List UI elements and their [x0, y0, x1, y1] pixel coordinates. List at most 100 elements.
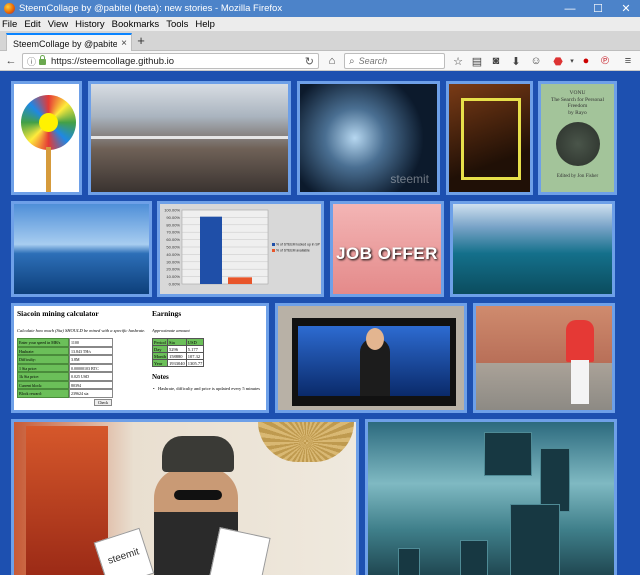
- tile-monkey-golfer[interactable]: [473, 303, 615, 413]
- url-text[interactable]: https://steemcollage.github.io: [51, 56, 305, 67]
- lastpass-icon[interactable]: ●: [578, 53, 594, 69]
- sia-field-label: Block reward:: [17, 389, 69, 398]
- earnings-subtitle: Approximate amount: [152, 328, 190, 333]
- tile-sea-sky[interactable]: [11, 201, 152, 297]
- tab-strip: SteemCollage by @pabitel (be... × +: [0, 31, 640, 52]
- menu-tools[interactable]: Tools: [166, 19, 188, 30]
- bookmark-star-icon[interactable]: ☆: [450, 53, 466, 69]
- sia-field-value: 80394: [69, 380, 113, 389]
- steem-bar-chart: 0.00% 10.00% 20.00% 30.00% 40.00% 50.00% 60.00…: [164, 208, 321, 287]
- tile-steem-chart[interactable]: 0.00% 10.00% 20.00% 30.00% 40.00% 50.00% 60.00…: [157, 201, 324, 297]
- book-title-main: VONU: [569, 90, 586, 96]
- chart-ytick-label: 70.00%: [166, 230, 180, 235]
- tab-steemcollage[interactable]: SteemCollage by @pabitel (be... ×: [6, 33, 132, 52]
- menu-bar: File Edit View History Bookmarks Tools H…: [0, 17, 640, 31]
- menu-history[interactable]: History: [75, 19, 105, 30]
- tv-studio: [298, 326, 450, 396]
- job-offer-text: JOB OFFER: [336, 244, 438, 263]
- check-button[interactable]: Check: [94, 398, 112, 406]
- url-bar[interactable]: ⓘ https://steemcollage.github.io ↻: [22, 53, 319, 69]
- pocket-icon[interactable]: ◙: [488, 53, 504, 69]
- lollipop-stick: [46, 147, 51, 192]
- chart-ytick-label: 30.00%: [166, 259, 180, 264]
- tab-label: SteemCollage by @pabitel (be...: [13, 38, 117, 49]
- window-titlebar: SteemCollage by @pabitel (beta): new sto…: [0, 0, 640, 17]
- earnings-row: Day 5296 5.177: [151, 345, 205, 353]
- steemit-sign-text: steemit: [106, 546, 141, 567]
- info-icon[interactable]: ⓘ: [27, 55, 36, 68]
- reload-icon[interactable]: ↻: [305, 55, 314, 68]
- tile-conference-crowd[interactable]: [88, 81, 291, 195]
- navigation-bar: ← ⓘ https://steemcollage.github.io ↻ ⌂ ⌕…: [0, 51, 640, 71]
- sia-field-value: 0.025 USD: [69, 372, 113, 381]
- sia-field-label: Difficulty:: [17, 355, 69, 364]
- tile-lollipop[interactable]: [11, 81, 82, 195]
- menu-bookmarks[interactable]: Bookmarks: [112, 19, 160, 30]
- tv-screen: [292, 318, 456, 406]
- book-title: VONU The Search for Personal Freedom by …: [541, 90, 614, 116]
- steemit-watermark: steemit: [390, 172, 429, 186]
- home-icon[interactable]: ⌂: [324, 53, 340, 69]
- siacoin-calculator: Siacoin mining calculator Calculate how …: [17, 309, 147, 406]
- siacoin-title: Siacoin mining calculator: [17, 309, 99, 318]
- notes-title: Notes: [152, 373, 169, 381]
- book-by: by Rayo: [568, 109, 587, 116]
- tile-siacoin-calculator[interactable]: Siacoin mining calculator Calculate how …: [11, 303, 269, 413]
- building-block: [460, 540, 488, 575]
- chart-legend-label: % of STEEM locked up in SP: [276, 243, 321, 247]
- search-input[interactable]: [358, 56, 439, 66]
- search-box[interactable]: ⌕: [344, 53, 445, 69]
- earnings-cell: 1305.77: [185, 359, 205, 367]
- chart-ytick-label: 40.00%: [166, 252, 180, 257]
- earnings-title: Earnings: [152, 309, 182, 318]
- pinterest-icon[interactable]: ℗: [597, 53, 613, 69]
- chart-ytick-label: 50.00%: [166, 245, 180, 250]
- tile-fractal[interactable]: steemit: [297, 81, 440, 195]
- sia-field-row: Enter your speed in MH/s 1100: [17, 338, 147, 347]
- sia-field-label: Current block:: [17, 380, 69, 389]
- new-tab-button[interactable]: +: [134, 34, 148, 48]
- collage-grid: steemit VONU The Search for Personal Fre…: [0, 72, 640, 575]
- chart-ytick-label: 60.00%: [166, 237, 180, 242]
- chart-ytick-label: 20.00%: [166, 267, 180, 272]
- maximize-button[interactable]: ☐: [584, 0, 612, 17]
- building-block: [540, 448, 570, 512]
- close-window-button[interactable]: ✕: [612, 0, 640, 17]
- menu-help[interactable]: Help: [195, 19, 215, 30]
- golfer-figure: [566, 320, 594, 362]
- chart-legend-label: % of STEEM available: [276, 249, 310, 253]
- notes-item: Hashrate, difficulty and price is update…: [152, 386, 266, 391]
- tile-hat-man-steemit[interactable]: steemit: [11, 419, 359, 575]
- menu-view[interactable]: View: [48, 19, 68, 30]
- tile-book-cover[interactable]: VONU The Search for Personal Freedom by …: [538, 81, 617, 195]
- sia-field-row: Current block: 80394: [17, 380, 147, 389]
- sia-field-row: 1k Sia price: 0.025 USD: [17, 372, 147, 381]
- menu-file[interactable]: File: [2, 19, 17, 30]
- hamburger-menu-icon[interactable]: ≡: [620, 53, 636, 69]
- back-arrow-icon[interactable]: ←: [3, 53, 19, 69]
- menu-edit[interactable]: Edit: [24, 19, 40, 30]
- tile-waterfall[interactable]: [450, 201, 615, 297]
- earnings-header-row: Period Sia USD: [151, 338, 205, 346]
- download-icon[interactable]: ⬇: [508, 53, 524, 69]
- minimize-button[interactable]: —: [556, 0, 584, 17]
- siacoin-subtitle: Calculate how much (Sia) SHOULD be mined…: [17, 328, 146, 333]
- tile-job-offer[interactable]: JOB OFFER: [330, 201, 444, 297]
- sunglasses-image: [174, 490, 222, 500]
- emoji-icon[interactable]: ☺: [528, 53, 544, 69]
- firefox-logo-icon: [4, 3, 15, 14]
- earnings-header-cell: USD: [185, 338, 205, 346]
- sia-field-value[interactable]: 1100: [69, 338, 113, 347]
- tile-cube-building[interactable]: [365, 419, 617, 575]
- chart-ytick-label: 10.00%: [166, 274, 180, 279]
- tab-close-icon[interactable]: ×: [117, 38, 131, 49]
- reading-list-icon[interactable]: ▤: [469, 53, 485, 69]
- sia-field-label: 1 Sia price:: [17, 363, 69, 372]
- tile-mining-rig[interactable]: [446, 81, 533, 195]
- earnings-header-cell: Sia: [167, 338, 187, 346]
- chart-bar: [228, 277, 252, 284]
- hat-image: [162, 436, 234, 472]
- railing-image: [91, 136, 288, 139]
- chart-bar: [200, 216, 222, 284]
- tile-tv-presenter[interactable]: [275, 303, 467, 413]
